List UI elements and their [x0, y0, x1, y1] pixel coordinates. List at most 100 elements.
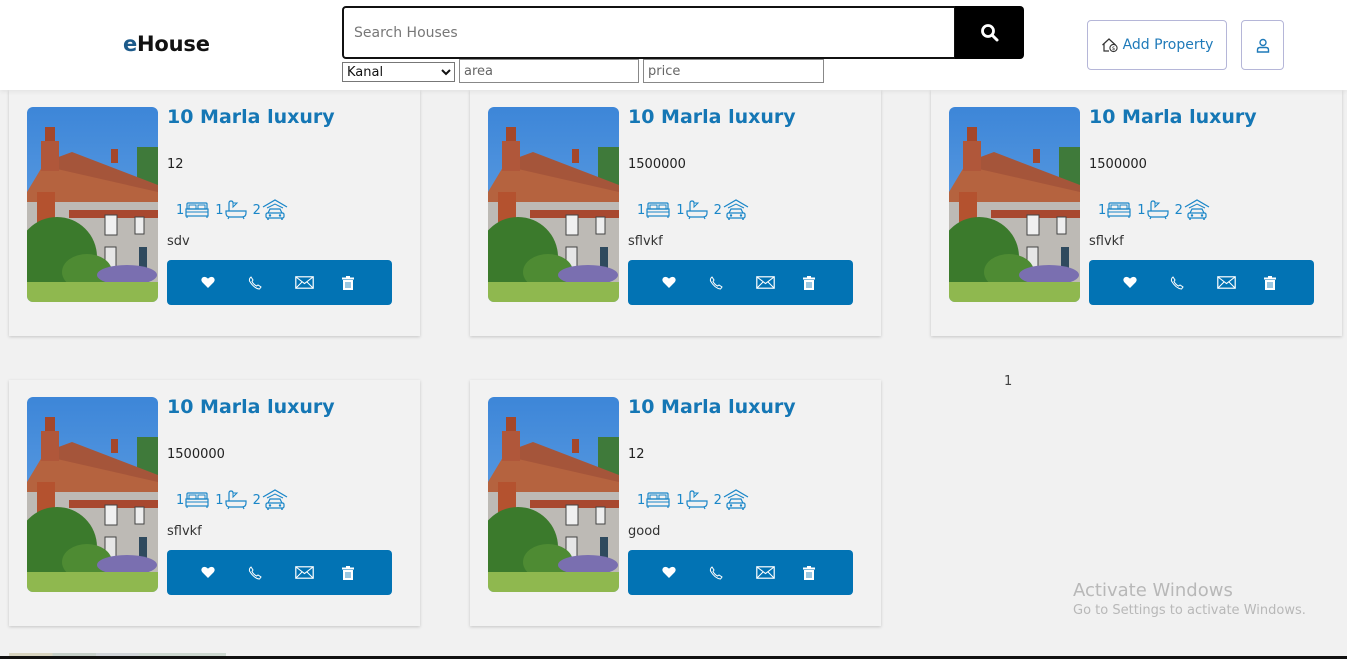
- call-button[interactable]: [709, 558, 756, 588]
- listing-features: 1 1 2: [637, 488, 755, 512]
- listing-title[interactable]: 10 Marla luxury: [628, 106, 796, 128]
- bathtub-icon: [224, 200, 247, 220]
- garage-car-icon: [723, 489, 749, 510]
- garage-count: 2: [1174, 202, 1183, 218]
- add-property-button[interactable]: $ Add Property: [1087, 20, 1227, 70]
- listing-description: good: [628, 524, 661, 539]
- pagination-page-1[interactable]: 1: [1004, 374, 1012, 389]
- listing-title[interactable]: 10 Marla luxury: [167, 396, 335, 418]
- email-button[interactable]: [756, 558, 803, 588]
- trash-icon: [342, 565, 354, 580]
- listing-card[interactable]: 10 Marla luxury 12 1 1 2 sdv: [9, 90, 420, 336]
- heart-icon: [201, 276, 215, 288]
- bath-count: 1: [676, 492, 685, 508]
- bed-icon: [185, 202, 209, 218]
- listing-action-bar: [1089, 260, 1314, 305]
- delete-button[interactable]: [342, 558, 389, 588]
- garages: 2: [714, 198, 749, 222]
- logo-text: House: [137, 32, 210, 56]
- search-button[interactable]: [955, 6, 1024, 59]
- listing-description: sdv: [167, 234, 190, 249]
- house-photo[interactable]: [488, 107, 619, 302]
- call-button[interactable]: [248, 268, 295, 298]
- bath-count: 1: [215, 492, 224, 508]
- listing-card[interactable]: 10 Marla luxury 1500000 1 1 2 sflvkf: [470, 90, 881, 336]
- bath-count: 1: [1137, 202, 1146, 218]
- envelope-icon: [756, 276, 775, 289]
- unit-select[interactable]: Kanal: [342, 62, 455, 82]
- favorite-button[interactable]: [662, 268, 709, 298]
- email-button[interactable]: [756, 268, 803, 298]
- bedrooms: 1: [176, 491, 209, 509]
- search-icon: [980, 23, 998, 41]
- listing-price: 1500000: [1089, 157, 1147, 172]
- house-photo[interactable]: [949, 107, 1080, 302]
- listing-price: 1500000: [628, 157, 686, 172]
- bed-icon: [646, 202, 670, 218]
- house-image-icon: [949, 107, 1080, 302]
- listing-description: sflvkf: [1089, 234, 1124, 249]
- call-button[interactable]: [1170, 268, 1217, 298]
- garage-car-icon: [723, 199, 749, 220]
- favorite-button[interactable]: [201, 558, 248, 588]
- listing-title[interactable]: 10 Marla luxury: [1089, 106, 1257, 128]
- bed-icon: [185, 492, 209, 508]
- trash-icon: [1264, 275, 1276, 290]
- garage-car-icon: [1184, 199, 1210, 220]
- email-button[interactable]: [295, 558, 342, 588]
- email-button[interactable]: [1217, 268, 1264, 298]
- garage-car-icon: [262, 489, 288, 510]
- delete-button[interactable]: [803, 268, 850, 298]
- app-logo[interactable]: eHouse: [123, 32, 210, 56]
- bedrooms: 1: [637, 491, 670, 509]
- call-button[interactable]: [709, 268, 756, 298]
- delete-button[interactable]: [803, 558, 850, 588]
- area-input[interactable]: [459, 59, 639, 83]
- trash-icon: [803, 565, 815, 580]
- listing-card[interactable]: 10 Marla luxury 1500000 1 1 2 sflvkf: [9, 380, 420, 626]
- search-bar: [342, 6, 1024, 59]
- favorite-button[interactable]: [201, 268, 248, 298]
- favorite-button[interactable]: [1123, 268, 1170, 298]
- profile-button[interactable]: [1241, 20, 1284, 70]
- listing-card[interactable]: 10 Marla luxury 1500000 1 1 2 sflvkf: [931, 90, 1342, 336]
- bathtub-icon: [224, 490, 247, 510]
- call-button[interactable]: [248, 558, 295, 588]
- delete-button[interactable]: [1264, 268, 1311, 298]
- watermark-title: Activate Windows: [1073, 580, 1233, 601]
- logo-accent: e: [123, 32, 138, 56]
- house-image-icon: [488, 397, 619, 592]
- house-photo[interactable]: [27, 397, 158, 592]
- bathrooms: 1: [676, 490, 708, 510]
- house-image-icon: [27, 107, 158, 302]
- bathtub-icon: [685, 200, 708, 220]
- listing-price: 12: [628, 447, 645, 462]
- listing-features: 1 1 2: [176, 198, 294, 222]
- bath-count: 1: [676, 202, 685, 218]
- search-input[interactable]: [342, 6, 956, 59]
- house-photo[interactable]: [27, 107, 158, 302]
- house-image-icon: [27, 397, 158, 592]
- listing-action-bar: [628, 260, 853, 305]
- watermark-subtitle: Go to Settings to activate Windows.: [1073, 603, 1306, 618]
- garages: 2: [714, 488, 749, 512]
- house-photo[interactable]: [488, 397, 619, 592]
- phone-icon: [709, 565, 723, 580]
- bed-count: 1: [637, 492, 646, 508]
- price-input[interactable]: [643, 59, 824, 83]
- add-property-label: Add Property: [1122, 37, 1214, 53]
- heart-icon: [1123, 276, 1137, 288]
- listing-title[interactable]: 10 Marla luxury: [167, 106, 335, 128]
- top-header: eHouse Kanal $ Add Property: [0, 0, 1347, 90]
- trash-icon: [342, 275, 354, 290]
- email-button[interactable]: [295, 268, 342, 298]
- bathrooms: 1: [1137, 200, 1169, 220]
- listing-title[interactable]: 10 Marla luxury: [628, 396, 796, 418]
- garages: 2: [1175, 198, 1210, 222]
- delete-button[interactable]: [342, 268, 389, 298]
- listing-card[interactable]: 10 Marla luxury 12 1 1 2 good: [470, 380, 881, 626]
- listing-features: 1 1 2: [176, 488, 294, 512]
- favorite-button[interactable]: [662, 558, 709, 588]
- listing-features: 1 1 2: [1098, 198, 1216, 222]
- bedrooms: 1: [637, 201, 670, 219]
